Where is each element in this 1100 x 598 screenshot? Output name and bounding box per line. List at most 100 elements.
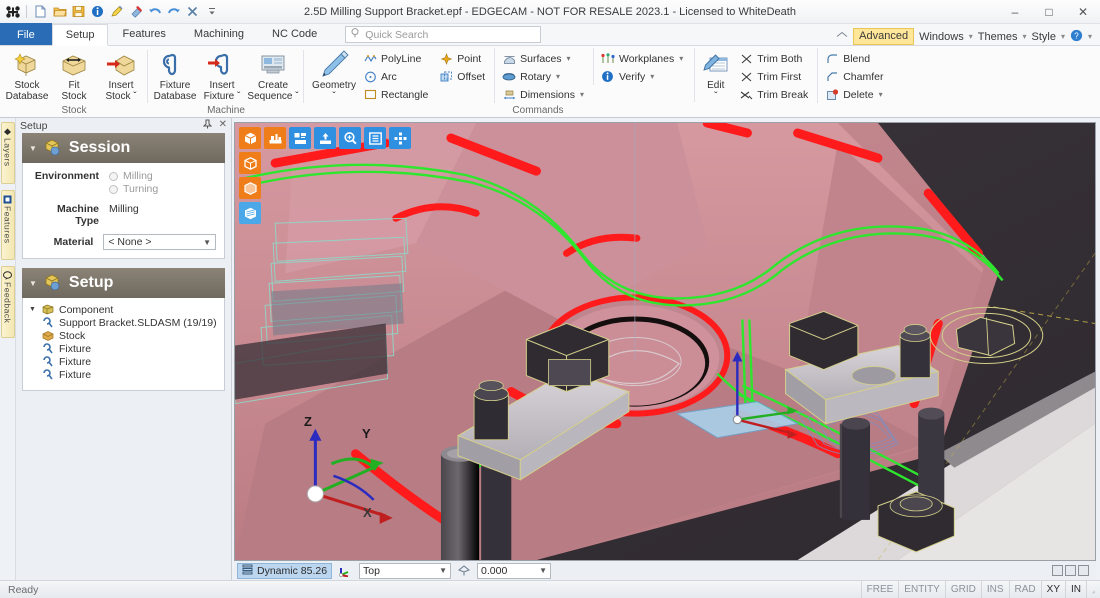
tree-item-fixture-3[interactable]: Fixture bbox=[29, 368, 218, 381]
save-icon[interactable] bbox=[70, 3, 87, 20]
tab-setup[interactable]: Setup bbox=[51, 24, 109, 46]
tab-features[interactable]: Features bbox=[108, 23, 179, 45]
status-seg-grid[interactable]: GRID bbox=[944, 580, 981, 598]
panel-close-icon[interactable]: ✕ bbox=[219, 119, 227, 132]
panel-pin-icon[interactable] bbox=[202, 119, 212, 132]
arc-button[interactable]: Arc bbox=[361, 68, 432, 85]
blend-button[interactable]: Blend bbox=[823, 50, 887, 67]
status-seg-xy[interactable]: XY bbox=[1040, 580, 1065, 598]
session-collapse-icon[interactable]: ▼ bbox=[29, 144, 37, 153]
component-expand-icon[interactable]: ▼ bbox=[29, 306, 37, 313]
home-icon[interactable] bbox=[836, 31, 848, 43]
sidebar-tab-feedback[interactable]: Feedback bbox=[0, 266, 15, 338]
delete-icon[interactable] bbox=[184, 3, 201, 20]
geometry-button[interactable]: Geometry ˇ bbox=[308, 48, 360, 102]
workplanes-caret-icon[interactable]: ▾ bbox=[679, 54, 683, 63]
rotary-caret-icon[interactable]: ▾ bbox=[556, 72, 560, 81]
minimize-button[interactable]: – bbox=[998, 0, 1032, 24]
help-icon[interactable]: ? bbox=[1070, 29, 1083, 45]
status-seg-rad[interactable]: RAD bbox=[1008, 580, 1041, 598]
rectangle-button[interactable]: Rectangle bbox=[361, 86, 432, 103]
insert-fixture-button[interactable]: Insert Fixture ˇ bbox=[199, 48, 245, 102]
windows-menu[interactable]: Windows bbox=[919, 31, 964, 43]
fixture-database-button[interactable]: Fixture Database bbox=[152, 48, 198, 102]
tab-nc-code[interactable]: NC Code bbox=[258, 23, 331, 45]
tree-item-fixture-2[interactable]: Fixture bbox=[29, 355, 218, 368]
style-menu[interactable]: Style bbox=[1032, 31, 1056, 43]
cad-viewport[interactable]: Z Y X bbox=[234, 122, 1096, 561]
close-view-icon[interactable] bbox=[1078, 565, 1089, 576]
point-button[interactable]: Point bbox=[437, 50, 489, 67]
view-orientation-caret-icon[interactable]: ▼ bbox=[439, 566, 447, 575]
dimensions-button[interactable]: Dimensions ▾ bbox=[500, 86, 588, 103]
edit-button[interactable]: Edit ˇ bbox=[694, 48, 736, 102]
undo-icon[interactable] bbox=[146, 3, 163, 20]
tab-machining[interactable]: Machining bbox=[180, 23, 258, 45]
stock-database-button[interactable]: Stock Database bbox=[4, 48, 50, 102]
pin-icon[interactable] bbox=[127, 3, 144, 20]
delete-caret-icon[interactable]: ▾ bbox=[879, 90, 883, 99]
environment-option-milling[interactable]: Milling bbox=[109, 170, 158, 183]
material-caret-icon[interactable]: ▼ bbox=[203, 238, 211, 247]
simulate-button[interactable] bbox=[289, 127, 311, 149]
app-menu-icon[interactable] bbox=[4, 3, 21, 20]
tree-item-support-bracket[interactable]: Support Bracket.SLDASM (19/19) bbox=[29, 316, 218, 329]
tree-item-stock[interactable]: Stock bbox=[29, 329, 218, 342]
tab-file[interactable]: File bbox=[0, 23, 52, 45]
info-icon[interactable] bbox=[89, 3, 106, 20]
status-seg-entity[interactable]: ENTITY bbox=[898, 580, 945, 598]
section-view-button[interactable] bbox=[239, 202, 261, 224]
session-section-header[interactable]: ▼ Session bbox=[22, 133, 225, 163]
highlight-icon[interactable] bbox=[108, 3, 125, 20]
move-button[interactable] bbox=[389, 127, 411, 149]
chamfer-button[interactable]: Chamfer bbox=[823, 68, 887, 85]
advanced-mode-chip[interactable]: Advanced bbox=[853, 28, 915, 45]
resize-grip-icon[interactable] bbox=[1086, 580, 1100, 598]
polyline-button[interactable]: PolyLine bbox=[361, 50, 432, 67]
zoom-button[interactable] bbox=[339, 127, 361, 149]
trim-both-button[interactable]: Trim Both bbox=[737, 50, 812, 67]
sidebar-tab-features[interactable]: Features bbox=[0, 190, 15, 260]
rotary-button[interactable]: Rotary ▾ bbox=[500, 68, 588, 85]
status-seg-ins[interactable]: INS bbox=[980, 580, 1009, 598]
setup-collapse-icon[interactable]: ▼ bbox=[29, 279, 37, 288]
windows-caret-icon[interactable]: ▾ bbox=[969, 32, 973, 41]
dynamic-mode-cell[interactable]: Dynamic 85.26 bbox=[237, 562, 333, 579]
fit-stock-button[interactable]: Fit Stock bbox=[51, 48, 97, 102]
verify-button[interactable]: Verify ▾ bbox=[599, 68, 687, 85]
insert-stock-button[interactable]: Insert Stock ˇ bbox=[98, 48, 144, 102]
customize-icon[interactable] bbox=[203, 3, 220, 20]
setup-section-header[interactable]: ▼ Setup bbox=[22, 268, 225, 298]
status-seg-free[interactable]: FREE bbox=[860, 580, 899, 598]
transparent-view-button[interactable] bbox=[239, 177, 261, 199]
maximize-button[interactable]: □ bbox=[1032, 0, 1066, 24]
tile-icon[interactable] bbox=[1065, 565, 1076, 576]
trim-first-button[interactable]: Trim First bbox=[737, 68, 812, 85]
new-icon[interactable] bbox=[32, 3, 49, 20]
tree-item-component[interactable]: ▼ Component bbox=[29, 303, 218, 316]
workplanes-button[interactable]: Workplanes ▾ bbox=[599, 50, 687, 67]
level-select[interactable]: 0.000 ▼ bbox=[477, 562, 552, 579]
wireframe-view-button[interactable] bbox=[239, 152, 261, 174]
material-select[interactable]: < None > ▼ bbox=[103, 234, 216, 250]
offset-button[interactable]: Offset bbox=[437, 68, 489, 85]
level-caret-icon[interactable]: ▼ bbox=[539, 566, 547, 575]
machine-view-button[interactable] bbox=[264, 127, 286, 149]
themes-caret-icon[interactable]: ▾ bbox=[1022, 32, 1026, 41]
surfaces-button[interactable]: Surfaces ▾ bbox=[500, 50, 588, 67]
status-seg-in[interactable]: IN bbox=[1065, 580, 1086, 598]
themes-menu[interactable]: Themes bbox=[978, 31, 1018, 43]
view-orientation-select[interactable]: Top ▼ bbox=[359, 562, 452, 579]
trim-break-button[interactable]: Trim Break bbox=[737, 86, 812, 103]
redo-icon[interactable] bbox=[165, 3, 182, 20]
create-sequence-button[interactable]: Create Sequence ˇ bbox=[246, 48, 300, 102]
help-caret-icon[interactable]: ▾ bbox=[1088, 32, 1092, 41]
dimensions-caret-icon[interactable]: ▾ bbox=[580, 90, 584, 99]
shaded-view-button[interactable] bbox=[239, 127, 261, 149]
surfaces-caret-icon[interactable]: ▾ bbox=[567, 54, 571, 63]
environment-option-turning[interactable]: Turning bbox=[109, 183, 158, 196]
tool-up-button[interactable] bbox=[314, 127, 336, 149]
sidebar-tab-layers[interactable]: Layers bbox=[0, 122, 15, 184]
delete-button[interactable]: Delete ▾ bbox=[823, 86, 887, 103]
open-icon[interactable] bbox=[51, 3, 68, 20]
